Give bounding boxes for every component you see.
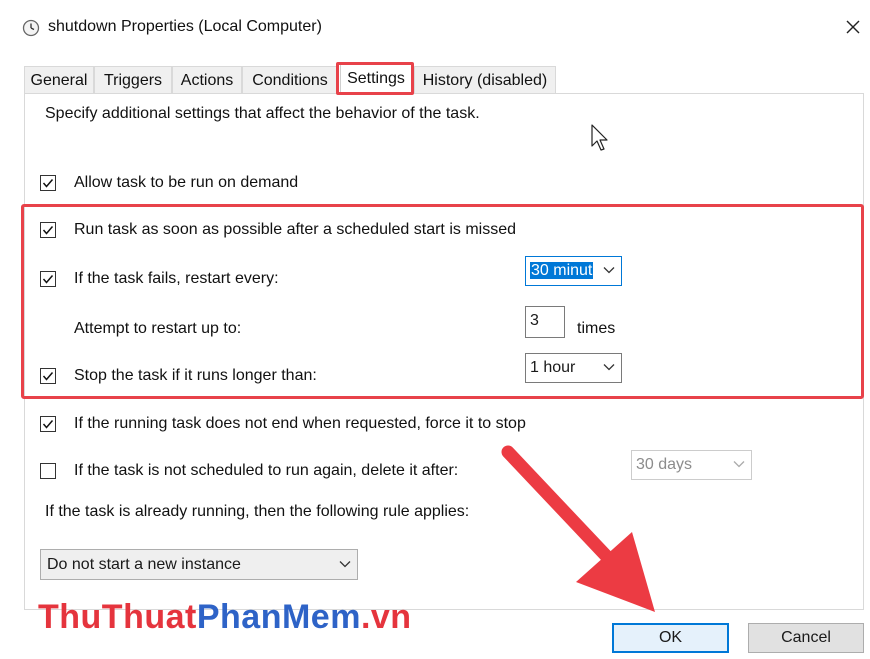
annotation-overlay [501, 124, 655, 612]
settings-tab-highlight [336, 62, 414, 95]
red-arrow-icon [501, 445, 655, 612]
mouse-cursor-icon [591, 124, 608, 151]
